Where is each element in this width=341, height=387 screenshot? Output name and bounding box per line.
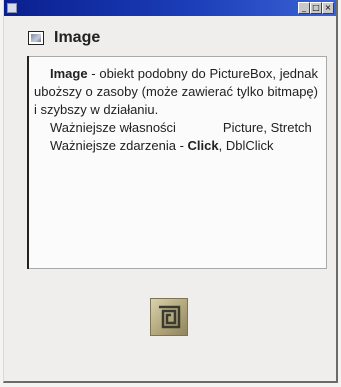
events-label: Ważniejsze zdarzenia - <box>50 138 188 153</box>
events-separator: , <box>218 138 226 153</box>
event-click: Click <box>187 138 219 153</box>
properties-paragraph: Ważniejsze własności Picture, Stretch <box>34 119 318 137</box>
panel-edge <box>27 56 29 269</box>
event-dblclick: DblClick <box>225 138 274 153</box>
properties-label: Ważniejsze własności <box>50 120 176 135</box>
image-control-icon <box>28 31 44 45</box>
events-paragraph: Ważniejsze zdarzenia - Click, DblClick <box>34 137 318 155</box>
maximize-button[interactable]: □ <box>310 2 322 14</box>
section-title: Image <box>54 29 101 46</box>
control-name: Image <box>50 66 88 81</box>
close-button[interactable]: × <box>322 2 334 14</box>
image-tool-icon[interactable] <box>150 298 188 336</box>
system-menu-icon[interactable] <box>7 3 17 13</box>
minimize-button[interactable]: _ <box>298 2 310 14</box>
description-panel: Image - obiekt podobny do PictureBox, je… <box>27 56 327 269</box>
description-text: Image - obiekt podobny do PictureBox, je… <box>34 65 318 155</box>
properties-values: Picture, Stretch <box>222 120 312 135</box>
title-bar[interactable]: _ □ × <box>4 0 336 16</box>
description-paragraph: Image - obiekt podobny do PictureBox, je… <box>34 65 318 119</box>
